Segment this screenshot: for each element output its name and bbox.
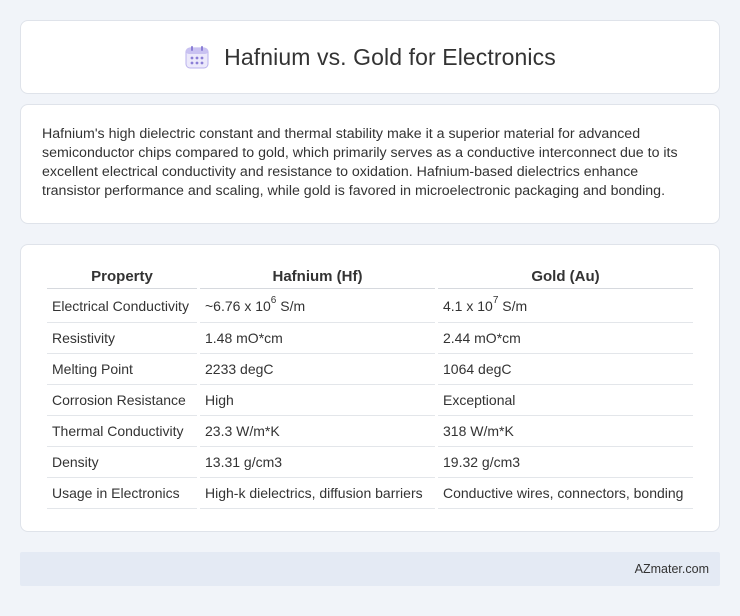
cell-property: Thermal Conductivity xyxy=(47,416,197,447)
footer-site-link[interactable]: AZmater.com xyxy=(635,562,709,576)
intro-card: Hafnium's high dielectric constant and t… xyxy=(20,104,720,224)
cell-gold: 318 W/m*K xyxy=(438,416,693,447)
header-property: Property xyxy=(47,267,197,289)
table-row: Density 13.31 g/cm3 19.32 g/cm3 xyxy=(47,447,693,478)
intro-paragraph: Hafnium's high dielectric constant and t… xyxy=(42,126,678,199)
calendar-icon xyxy=(184,44,210,70)
cell-property: Corrosion Resistance xyxy=(47,385,197,416)
cell-gold: 2.44 mO*cm xyxy=(438,323,693,354)
title-card: Hafnium vs. Gold for Electronics xyxy=(20,20,720,94)
cell-gold: Exceptional xyxy=(438,385,693,416)
table-row: Corrosion Resistance High Exceptional xyxy=(47,385,693,416)
table-card: Property Hafnium (Hf) Gold (Au) Electric… xyxy=(20,244,720,532)
table-row: Resistivity 1.48 mO*cm 2.44 mO*cm xyxy=(47,323,693,354)
table-row: Electrical Conductivity ~6.76 x 106 S/m … xyxy=(47,289,693,323)
cell-hafnium: 23.3 W/m*K xyxy=(200,416,435,447)
value-unit: S/m xyxy=(276,297,306,314)
cell-hafnium: 13.31 g/cm3 xyxy=(200,447,435,478)
cell-gold: Conductive wires, connectors, bonding xyxy=(438,478,693,509)
value-unit: S/m xyxy=(498,297,528,314)
header-hafnium: Hafnium (Hf) xyxy=(200,267,435,289)
cell-gold: 19.32 g/cm3 xyxy=(438,447,693,478)
cell-property: Melting Point xyxy=(47,354,197,385)
title-wrap: Hafnium vs. Gold for Electronics xyxy=(184,44,556,71)
table-row: Usage in Electronics High-k dielectrics,… xyxy=(47,478,693,509)
cell-gold: 1064 degC xyxy=(438,354,693,385)
value-exponent: 6 xyxy=(270,294,277,306)
table-row: Thermal Conductivity 23.3 W/m*K 318 W/m*… xyxy=(47,416,693,447)
comparison-table: Property Hafnium (Hf) Gold (Au) Electric… xyxy=(44,267,696,509)
cell-gold: 4.1 x 107 S/m xyxy=(438,289,693,323)
cell-property: Electrical Conductivity xyxy=(47,289,197,323)
page-title: Hafnium vs. Gold for Electronics xyxy=(224,43,556,70)
value-base: ~6.76 x 10 xyxy=(205,297,271,314)
table-row: Melting Point 2233 degC 1064 degC xyxy=(47,354,693,385)
cell-hafnium: ~6.76 x 106 S/m xyxy=(200,289,435,323)
cell-property: Resistivity xyxy=(47,323,197,354)
cell-hafnium: 2233 degC xyxy=(200,354,435,385)
value-exponent: 7 xyxy=(492,294,499,306)
cell-hafnium: 1.48 mO*cm xyxy=(200,323,435,354)
cell-property: Density xyxy=(47,447,197,478)
cell-hafnium: High xyxy=(200,385,435,416)
table-header-row: Property Hafnium (Hf) Gold (Au) xyxy=(47,267,693,289)
value-base: 4.1 x 10 xyxy=(443,297,493,314)
footer-bar: AZmater.com xyxy=(20,552,720,586)
header-gold: Gold (Au) xyxy=(438,267,693,289)
cell-property: Usage in Electronics xyxy=(47,478,197,509)
cell-hafnium: High-k dielectrics, diffusion barriers xyxy=(200,478,435,509)
